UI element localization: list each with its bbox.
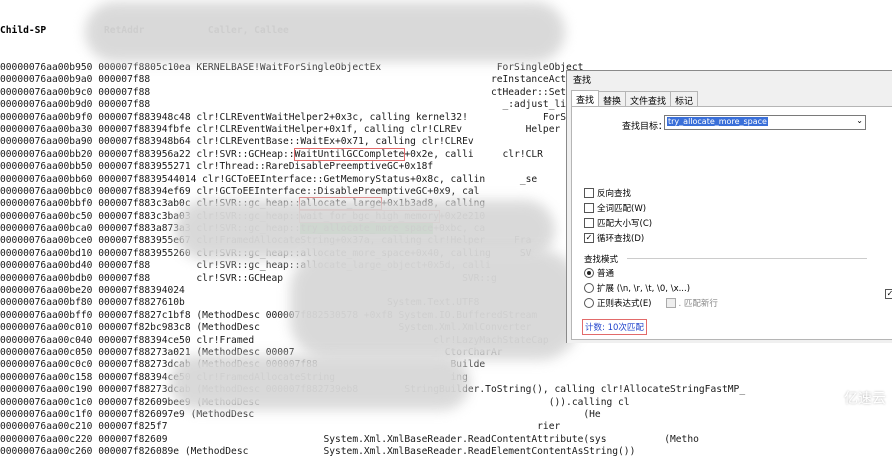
checkbox-checked[interactable]: ✓: [584, 233, 594, 243]
find-panel: 查找目标： try_allocate_more_space ⌄ 反向查找 全词匹…: [571, 106, 892, 340]
dot-newline-checkbox[interactable]: [665, 298, 676, 308]
checkbox[interactable]: [584, 188, 594, 198]
dialog-title: 查找: [573, 76, 592, 86]
search-mode-label: 查找模式: [584, 255, 619, 265]
find-target-label: 查找目标：: [622, 122, 668, 132]
option-match-case[interactable]: 匹配大小写(C): [584, 217, 652, 229]
transparency-checkbox[interactable]: ✓: [885, 289, 892, 299]
watermark-logo: 亿速云: [844, 391, 886, 407]
stack-frame-row: 00000076aa00c210 000007f825f7 rier: [0, 421, 561, 433]
find-target-value: try_allocate_more_space: [667, 117, 768, 126]
stack-frame-row: 00000076aa00c1f0 000007f826097e9 (Method…: [0, 408, 601, 420]
mode-normal[interactable]: 普通: [584, 267, 614, 279]
option-whole-word[interactable]: 全词匹配(W): [584, 202, 646, 214]
option-wrap-around[interactable]: ✓ 循环查找(D): [584, 232, 644, 244]
checkbox[interactable]: [584, 218, 594, 228]
chevron-down-icon[interactable]: ⌄: [856, 116, 863, 125]
find-dialog: 查找 查找 替换 文件查找 标记 查找目标： try_allocate_more…: [566, 70, 892, 343]
blur-mask: [170, 355, 470, 410]
checkbox[interactable]: [584, 203, 594, 213]
find-target-input[interactable]: try_allocate_more_space ⌄: [664, 115, 866, 130]
option-reverse[interactable]: 反向查找: [584, 187, 631, 199]
blur-mask: [290, 250, 580, 360]
radio[interactable]: [584, 283, 594, 293]
radio[interactable]: [584, 298, 594, 308]
match-count: 计数: 10次匹配: [582, 319, 647, 335]
stack-frame-row: 00000076aa00c260 000007f826089e (MethodD…: [0, 446, 636, 458]
highlighted-symbol: WaitUntilGCComplete: [293, 147, 406, 161]
stack-frame-row: 00000076aa00c220 000007f82609 System.Xml…: [0, 433, 699, 445]
divider: [627, 258, 867, 259]
radio-selected[interactable]: [584, 268, 594, 278]
blur-mask: [85, 2, 565, 62]
mode-regex[interactable]: 正则表达式(E) . 匹配新行: [584, 297, 718, 309]
mode-extended[interactable]: 扩展 (\n, \r, \t, \0, \x...): [584, 282, 690, 294]
